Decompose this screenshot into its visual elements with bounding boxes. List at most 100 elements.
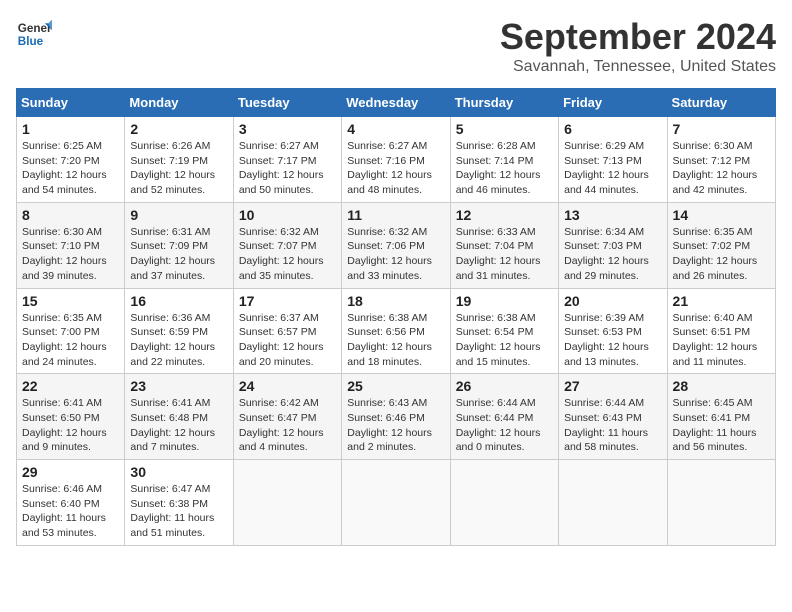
calendar-cell: 20 Sunrise: 6:39 AMSunset: 6:53 PMDayligh… xyxy=(559,288,667,374)
calendar-cell: 22 Sunrise: 6:41 AMSunset: 6:50 PMDayligh… xyxy=(17,374,125,460)
day-number: 29 xyxy=(22,464,119,480)
day-info: Sunrise: 6:30 AMSunset: 7:10 PMDaylight:… xyxy=(22,225,119,284)
day-info: Sunrise: 6:37 AMSunset: 6:57 PMDaylight:… xyxy=(239,311,336,370)
day-info: Sunrise: 6:47 AMSunset: 6:38 PMDaylight:… xyxy=(130,482,227,541)
calendar-week-row: 8 Sunrise: 6:30 AMSunset: 7:10 PMDaylight… xyxy=(17,202,776,288)
day-info: Sunrise: 6:34 AMSunset: 7:03 PMDaylight:… xyxy=(564,225,661,284)
calendar-cell: 30Sunrise: 6:47 AMSunset: 6:38 PMDayligh… xyxy=(125,460,233,546)
day-number: 22 xyxy=(22,378,119,394)
day-info: Sunrise: 6:42 AMSunset: 6:47 PMDaylight:… xyxy=(239,396,336,455)
day-info: Sunrise: 6:32 AMSunset: 7:07 PMDaylight:… xyxy=(239,225,336,284)
calendar-cell: 2Sunrise: 6:26 AMSunset: 7:19 PMDaylight… xyxy=(125,117,233,203)
day-number: 15 xyxy=(22,293,119,309)
calendar-cell: 6 Sunrise: 6:29 AMSunset: 7:13 PMDaylight… xyxy=(559,117,667,203)
day-number: 17 xyxy=(239,293,336,309)
day-header-tuesday: Tuesday xyxy=(233,89,341,117)
calendar-cell: 26 Sunrise: 6:44 AMSunset: 6:44 PMDayligh… xyxy=(450,374,558,460)
calendar-cell: 9 Sunrise: 6:31 AMSunset: 7:09 PMDaylight… xyxy=(125,202,233,288)
day-info: Sunrise: 6:27 AMSunset: 7:16 PMDaylight:… xyxy=(347,139,444,198)
day-info: Sunrise: 6:35 AMSunset: 7:02 PMDaylight:… xyxy=(673,225,770,284)
day-info: Sunrise: 6:38 AMSunset: 6:56 PMDaylight:… xyxy=(347,311,444,370)
day-number: 4 xyxy=(347,121,444,137)
day-number: 20 xyxy=(564,293,661,309)
calendar-cell: 28 Sunrise: 6:45 AMSunset: 6:41 PMDayligh… xyxy=(667,374,775,460)
calendar-cell: 5Sunrise: 6:28 AMSunset: 7:14 PMDaylight… xyxy=(450,117,558,203)
calendar-cell: 25 Sunrise: 6:43 AMSunset: 6:46 PMDayligh… xyxy=(342,374,450,460)
day-info: Sunrise: 6:41 AMSunset: 6:48 PMDaylight:… xyxy=(130,396,227,455)
calendar-cell: 7 Sunrise: 6:30 AMSunset: 7:12 PMDaylight… xyxy=(667,117,775,203)
day-number: 19 xyxy=(456,293,553,309)
day-header-thursday: Thursday xyxy=(450,89,558,117)
calendar-week-row: 15 Sunrise: 6:35 AMSunset: 7:00 PMDayligh… xyxy=(17,288,776,374)
day-number: 27 xyxy=(564,378,661,394)
day-number: 5 xyxy=(456,121,553,137)
day-header-sunday: Sunday xyxy=(17,89,125,117)
calendar-cell: 21 Sunrise: 6:40 AMSunset: 6:51 PMDayligh… xyxy=(667,288,775,374)
day-info: Sunrise: 6:35 AMSunset: 7:00 PMDaylight:… xyxy=(22,311,119,370)
svg-text:Blue: Blue xyxy=(18,35,44,48)
day-number: 21 xyxy=(673,293,770,309)
day-info: Sunrise: 6:29 AMSunset: 7:13 PMDaylight:… xyxy=(564,139,661,198)
calendar-body: 1Sunrise: 6:25 AMSunset: 7:20 PMDaylight… xyxy=(17,117,776,546)
day-info: Sunrise: 6:27 AMSunset: 7:17 PMDaylight:… xyxy=(239,139,336,198)
day-info: Sunrise: 6:39 AMSunset: 6:53 PMDaylight:… xyxy=(564,311,661,370)
page-header: General Blue September 2024 Savannah, Te… xyxy=(16,16,776,76)
calendar-week-row: 29 Sunrise: 6:46 AMSunset: 6:40 PMDayligh… xyxy=(17,460,776,546)
calendar-cell: 15 Sunrise: 6:35 AMSunset: 7:00 PMDayligh… xyxy=(17,288,125,374)
day-number: 23 xyxy=(130,378,227,394)
day-number: 7 xyxy=(673,121,770,137)
calendar-cell: 10 Sunrise: 6:32 AMSunset: 7:07 PMDayligh… xyxy=(233,202,341,288)
calendar-cell: 29 Sunrise: 6:46 AMSunset: 6:40 PMDayligh… xyxy=(17,460,125,546)
day-info: Sunrise: 6:44 AMSunset: 6:43 PMDaylight:… xyxy=(564,396,661,455)
day-number: 9 xyxy=(130,207,227,223)
day-info: Sunrise: 6:33 AMSunset: 7:04 PMDaylight:… xyxy=(456,225,553,284)
day-number: 11 xyxy=(347,207,444,223)
calendar-cell: 23 Sunrise: 6:41 AMSunset: 6:48 PMDayligh… xyxy=(125,374,233,460)
calendar-cell: 1Sunrise: 6:25 AMSunset: 7:20 PMDaylight… xyxy=(17,117,125,203)
day-header-saturday: Saturday xyxy=(667,89,775,117)
calendar-cell xyxy=(667,460,775,546)
day-number: 12 xyxy=(456,207,553,223)
logo-icon: General Blue xyxy=(16,16,52,52)
calendar-cell: 4 Sunrise: 6:27 AMSunset: 7:16 PMDaylight… xyxy=(342,117,450,203)
calendar-cell: 13 Sunrise: 6:34 AMSunset: 7:03 PMDayligh… xyxy=(559,202,667,288)
day-info: Sunrise: 6:45 AMSunset: 6:41 PMDaylight:… xyxy=(673,396,770,455)
day-info: Sunrise: 6:31 AMSunset: 7:09 PMDaylight:… xyxy=(130,225,227,284)
day-info: Sunrise: 6:46 AMSunset: 6:40 PMDaylight:… xyxy=(22,482,119,541)
calendar-header-row: SundayMondayTuesdayWednesdayThursdayFrid… xyxy=(17,89,776,117)
day-number: 14 xyxy=(673,207,770,223)
calendar-cell xyxy=(233,460,341,546)
day-info: Sunrise: 6:32 AMSunset: 7:06 PMDaylight:… xyxy=(347,225,444,284)
day-info: Sunrise: 6:38 AMSunset: 6:54 PMDaylight:… xyxy=(456,311,553,370)
day-header-friday: Friday xyxy=(559,89,667,117)
calendar-cell: 11 Sunrise: 6:32 AMSunset: 7:06 PMDayligh… xyxy=(342,202,450,288)
calendar-cell: 16Sunrise: 6:36 AMSunset: 6:59 PMDayligh… xyxy=(125,288,233,374)
calendar-cell: 12 Sunrise: 6:33 AMSunset: 7:04 PMDayligh… xyxy=(450,202,558,288)
calendar-cell: 3 Sunrise: 6:27 AMSunset: 7:17 PMDaylight… xyxy=(233,117,341,203)
calendar-cell: 19 Sunrise: 6:38 AMSunset: 6:54 PMDayligh… xyxy=(450,288,558,374)
day-number: 13 xyxy=(564,207,661,223)
day-header-wednesday: Wednesday xyxy=(342,89,450,117)
calendar-cell: 17 Sunrise: 6:37 AMSunset: 6:57 PMDayligh… xyxy=(233,288,341,374)
calendar-week-row: 1Sunrise: 6:25 AMSunset: 7:20 PMDaylight… xyxy=(17,117,776,203)
calendar-cell xyxy=(559,460,667,546)
calendar-week-row: 22 Sunrise: 6:41 AMSunset: 6:50 PMDayligh… xyxy=(17,374,776,460)
day-number: 18 xyxy=(347,293,444,309)
main-title: September 2024 xyxy=(500,16,776,58)
day-info: Sunrise: 6:40 AMSunset: 6:51 PMDaylight:… xyxy=(673,311,770,370)
day-number: 28 xyxy=(673,378,770,394)
day-number: 10 xyxy=(239,207,336,223)
day-number: 26 xyxy=(456,378,553,394)
day-number: 6 xyxy=(564,121,661,137)
day-info: Sunrise: 6:43 AMSunset: 6:46 PMDaylight:… xyxy=(347,396,444,455)
calendar-cell: 18 Sunrise: 6:38 AMSunset: 6:56 PMDayligh… xyxy=(342,288,450,374)
day-info: Sunrise: 6:30 AMSunset: 7:12 PMDaylight:… xyxy=(673,139,770,198)
day-info: Sunrise: 6:41 AMSunset: 6:50 PMDaylight:… xyxy=(22,396,119,455)
day-number: 8 xyxy=(22,207,119,223)
day-info: Sunrise: 6:44 AMSunset: 6:44 PMDaylight:… xyxy=(456,396,553,455)
calendar-cell: 27 Sunrise: 6:44 AMSunset: 6:43 PMDayligh… xyxy=(559,374,667,460)
day-number: 3 xyxy=(239,121,336,137)
day-header-monday: Monday xyxy=(125,89,233,117)
day-number: 25 xyxy=(347,378,444,394)
day-number: 16 xyxy=(130,293,227,309)
